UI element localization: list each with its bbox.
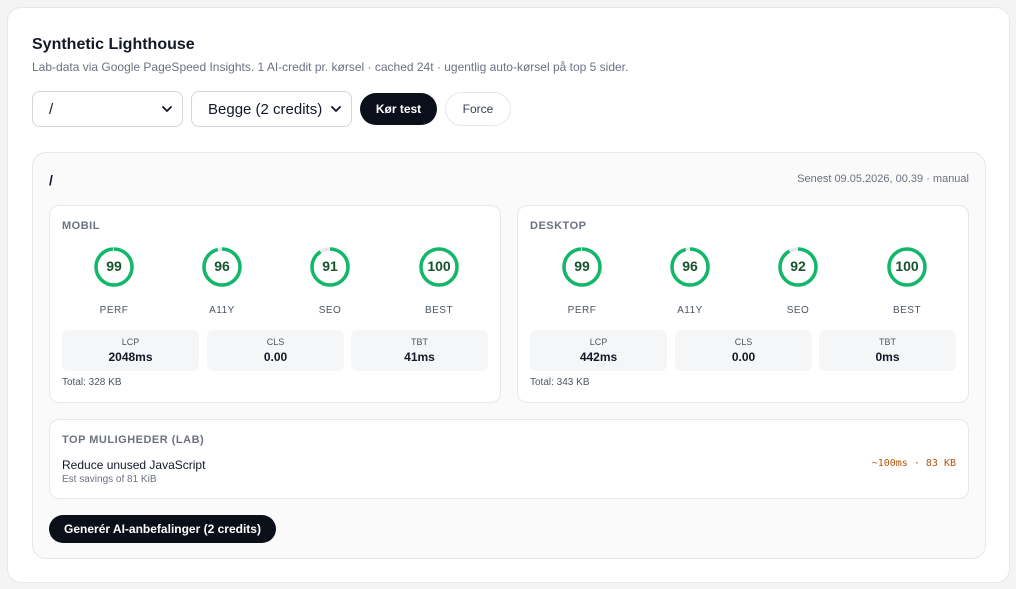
score-gauge: 96 A11Y <box>182 246 262 320</box>
metric-value: 0ms <box>875 350 900 364</box>
last-run-info: Senest 09.05.2026, 00.39 · manual <box>797 173 969 185</box>
metric-label: CLS <box>266 337 285 347</box>
opportunity-title: Reduce unused JavaScript <box>62 458 206 472</box>
metric-tbt: TBT 0ms <box>819 330 956 371</box>
metric-label: CLS <box>734 337 753 347</box>
score-value: 99 <box>574 258 590 274</box>
metric-tbt: TBT 41ms <box>351 330 488 371</box>
metric-value: 442ms <box>579 350 618 364</box>
score-label: PERF <box>567 305 597 316</box>
card-subtitle: Lab-data via Google PageSpeed Insights. … <box>32 60 629 74</box>
score-label: BEST <box>424 305 454 316</box>
metric-cls: CLS 0.00 <box>675 330 812 371</box>
opportunity-detail: Est savings of 81 KiB <box>62 474 157 485</box>
metric-lcp: LCP 442ms <box>530 330 667 371</box>
metric-cls: CLS 0.00 <box>207 330 344 371</box>
card-title: Synthetic Lighthouse <box>32 36 195 53</box>
metric-value: 0.00 <box>731 350 756 364</box>
score-gauge: 100 BEST <box>399 246 479 320</box>
score-gauge: 92 SEO <box>758 246 838 320</box>
metric-lcp: LCP 2048ms <box>62 330 199 371</box>
score-label: PERF <box>99 305 129 316</box>
score-gauge: 99 PERF <box>74 246 154 320</box>
result-panel: / Senest 09.05.2026, 00.39 · manual MOBI… <box>32 152 986 559</box>
generate-ai-recommendations-button[interactable]: Generér AI-anbefalinger (2 credits) <box>49 515 276 543</box>
score-label: SEO <box>318 305 342 316</box>
score-value: 100 <box>895 258 919 274</box>
score-value: 100 <box>427 258 451 274</box>
mobile-gauges: 99 PERF 96 A11Y 91 SEO 100 BEST <box>50 246 500 320</box>
score-value: 96 <box>214 258 230 274</box>
score-value: 96 <box>682 258 698 274</box>
score-value: 92 <box>790 258 806 274</box>
score-value: 99 <box>106 258 122 274</box>
lighthouse-card: Synthetic Lighthouse Lab-data via Google… <box>7 7 1010 583</box>
opportunities-panel: TOP MULIGHEDER (LAB) Reduce unused JavaS… <box>49 419 969 499</box>
score-label: A11Y <box>209 305 235 316</box>
score-label: A11Y <box>677 305 703 316</box>
force-button[interactable]: Force <box>445 92 511 126</box>
metric-label: LCP <box>589 337 608 347</box>
desktop-heading: DESKTOP <box>530 220 587 232</box>
score-gauge: 99 PERF <box>542 246 622 320</box>
score-gauge: 96 A11Y <box>650 246 730 320</box>
mobile-heading: MOBIL <box>62 220 100 232</box>
page-select-value: / <box>49 100 54 118</box>
metric-value: 0.00 <box>263 350 288 364</box>
score-gauge: 91 SEO <box>290 246 370 320</box>
mobile-total-size: Total: 328 KB <box>62 377 122 388</box>
chevron-down-icon <box>331 104 341 114</box>
result-path: / <box>49 172 53 188</box>
score-label: BEST <box>892 305 922 316</box>
opportunities-heading: TOP MULIGHEDER (LAB) <box>62 434 205 446</box>
mobile-panel: MOBIL 99 PERF 96 A11Y 91 SEO 100 BEST LC… <box>49 205 501 403</box>
metric-label: LCP <box>121 337 140 347</box>
run-test-button[interactable]: Kør test <box>360 93 437 125</box>
desktop-total-size: Total: 343 KB <box>530 377 590 388</box>
desktop-panel: DESKTOP 99 PERF 96 A11Y 92 SEO 100 BEST … <box>517 205 969 403</box>
score-label: SEO <box>786 305 810 316</box>
opportunity-impact: ~100ms · 83 KB <box>871 458 956 469</box>
chevron-down-icon <box>162 104 172 114</box>
score-gauge: 100 BEST <box>867 246 947 320</box>
mode-select[interactable]: Begge (2 credits) <box>191 91 352 127</box>
metric-value: 2048ms <box>108 350 153 364</box>
page-select[interactable]: / <box>32 91 183 127</box>
desktop-gauges: 99 PERF 96 A11Y 92 SEO 100 BEST <box>518 246 968 320</box>
metric-value: 41ms <box>404 350 435 364</box>
metric-label: TBT <box>879 337 896 347</box>
metric-label: TBT <box>411 337 428 347</box>
mode-select-value: Begge (2 credits) <box>208 100 323 118</box>
score-value: 91 <box>322 258 338 274</box>
